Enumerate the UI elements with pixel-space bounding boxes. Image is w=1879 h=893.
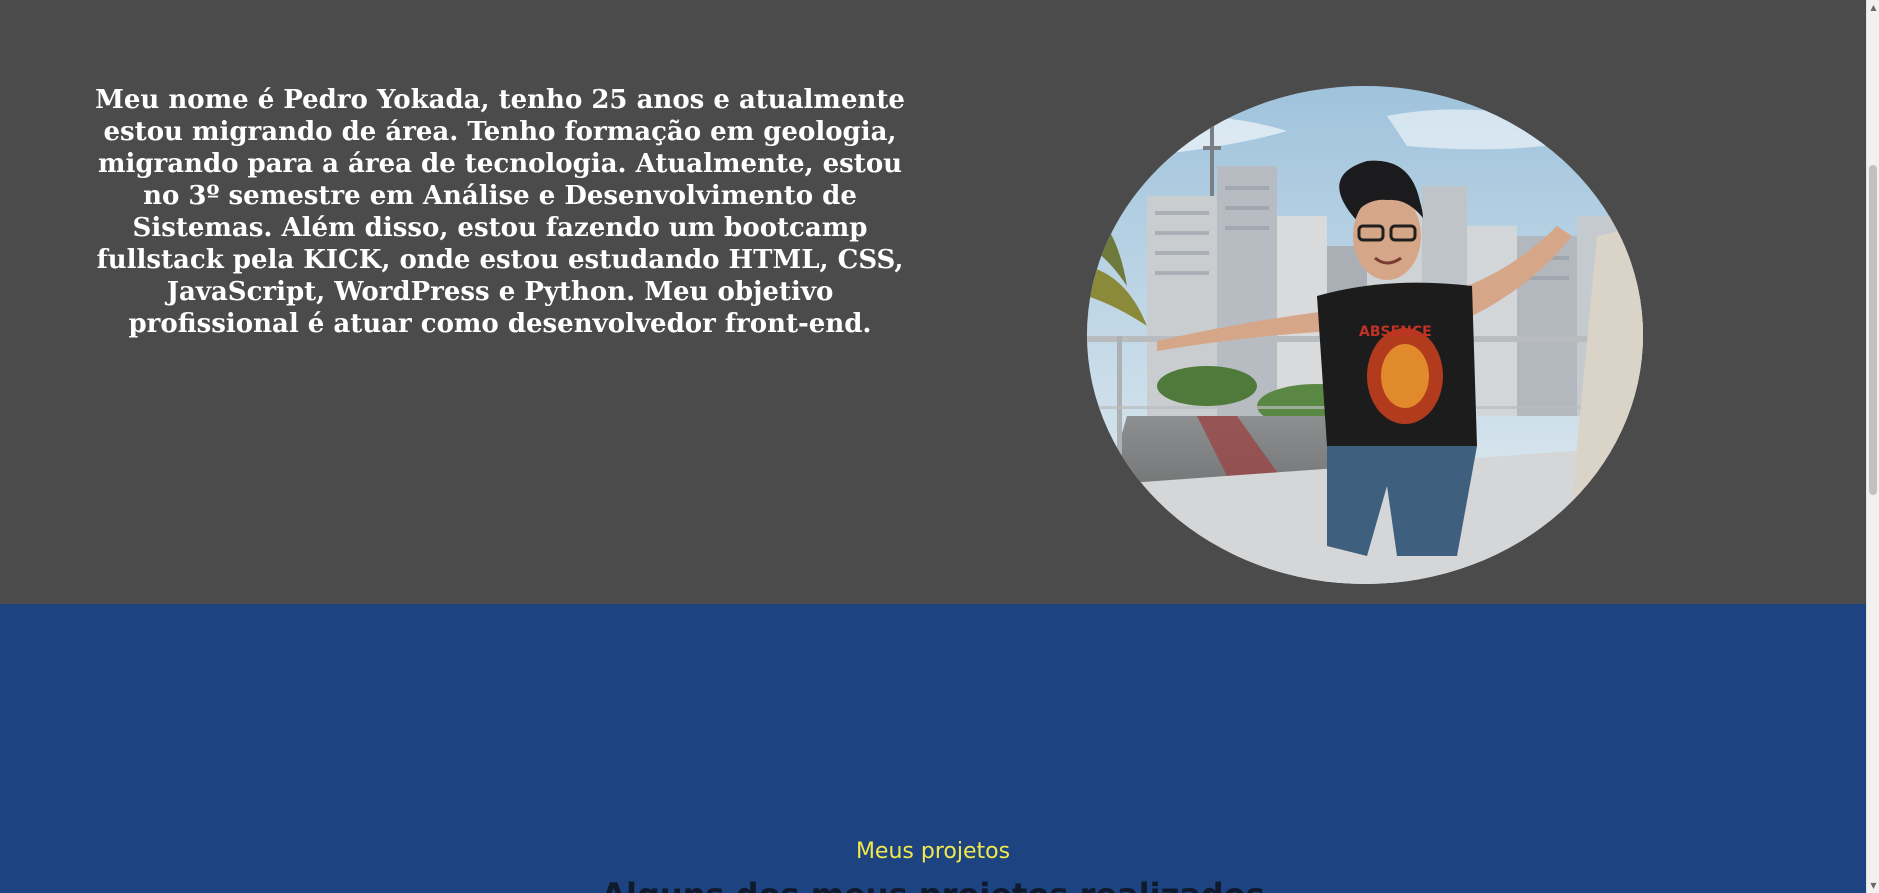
scrollbar-thumb[interactable] (1869, 165, 1877, 495)
about-section: Meu nome é Pedro Yokada, tenho 25 anos e… (0, 0, 1866, 604)
vertical-scrollbar[interactable]: ▲ ▼ (1866, 0, 1879, 893)
page-viewport: Meu nome é Pedro Yokada, tenho 25 anos e… (0, 0, 1879, 893)
profile-photo: ABSENCE (1087, 86, 1643, 584)
projects-section: Meus projetos Alguns dos meus projetos r… (0, 604, 1866, 893)
projects-eyebrow: Meus projetos (855, 839, 1011, 864)
scroll-down-icon[interactable]: ▼ (1867, 878, 1879, 893)
profile-photo-illustration: ABSENCE (1087, 86, 1643, 584)
scroll-up-icon[interactable]: ▲ (1867, 0, 1879, 15)
projects-heading: Alguns dos meus projetos realizados (0, 876, 1866, 893)
shirt-print-text: ABSENCE (1359, 324, 1432, 340)
about-description: Meu nome é Pedro Yokada, tenho 25 anos e… (95, 85, 905, 339)
